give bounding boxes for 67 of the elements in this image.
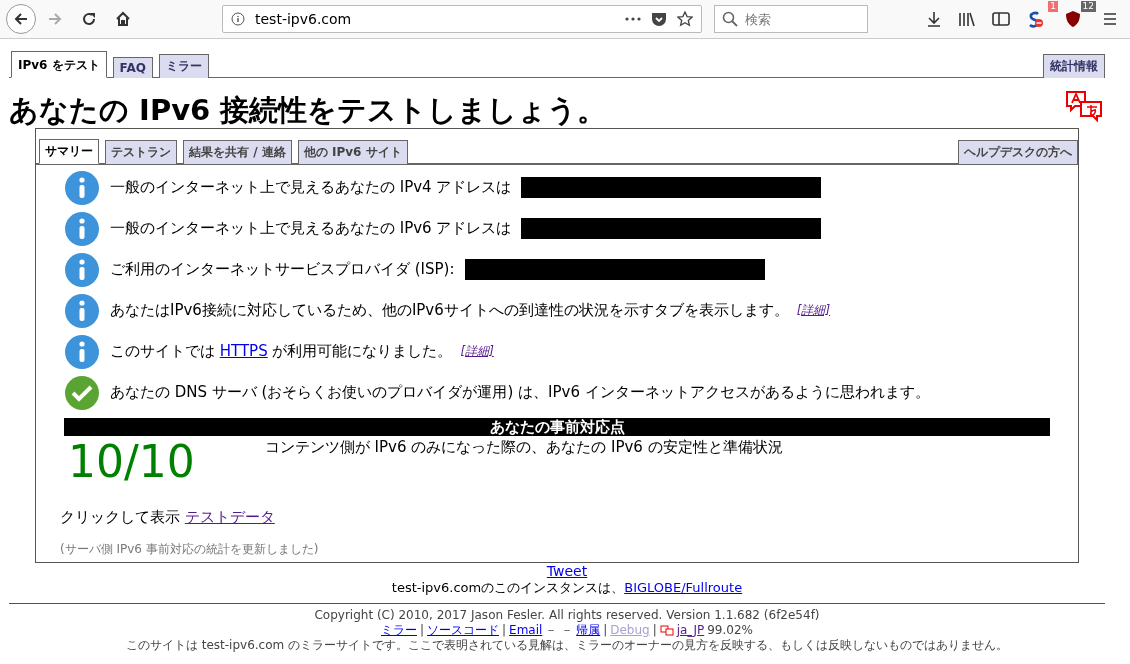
separator: | (502, 623, 507, 638)
check-icon (64, 374, 100, 411)
section-tab[interactable]: サマリー (39, 139, 99, 164)
stats-note: (サーバ側 IPv6 事前対応の統計を更新しました) (60, 541, 320, 558)
reload-icon (81, 11, 97, 27)
info-icon (64, 210, 100, 247)
footer-link[interactable]: ソースコード (427, 623, 500, 638)
show-data-label: クリックして表示 (60, 508, 180, 526)
blocked-s-icon[interactable] (1026, 10, 1044, 28)
translation-percent: 99.02% (707, 623, 753, 638)
shield-icon[interactable] (1064, 10, 1082, 28)
result-text: あなたの DNS サーバ (おそらくお使いのプロバイダが運用) は、IPv6 インターネットアクセスがあるように思われます。 (110, 383, 930, 402)
result-text: ご利用のインターネットサービスプロバイダ (ISP): (110, 260, 455, 279)
pocket-icon[interactable] (651, 11, 667, 27)
page-tab[interactable]: IPv6 をテスト (11, 51, 107, 78)
instance-link[interactable]: BIGLOBE/Fullroute (624, 580, 743, 595)
sidebar-icon[interactable] (992, 11, 1010, 27)
count-badge: 1 (1048, 1, 1058, 12)
footer-link[interactable]: Email (509, 623, 543, 638)
page-tab[interactable]: ミラー (158, 54, 209, 78)
page-tab[interactable]: 統計情報 (1043, 54, 1105, 78)
details-link[interactable]: [詳細] (796, 302, 831, 319)
page-heading: あなたの IPv6 接続性をテストしましょう。 (9, 92, 607, 128)
translate-icon[interactable] (1065, 90, 1105, 124)
menu-icon[interactable] (1102, 12, 1118, 26)
separator: | (652, 623, 657, 638)
details-link[interactable]: [詳細] (460, 343, 494, 360)
translate-icon (659, 625, 674, 636)
separator: | (420, 623, 425, 638)
home-icon (115, 11, 131, 27)
tweet-link[interactable]: Tweet (546, 563, 588, 579)
download-icon[interactable] (926, 11, 942, 27)
page-tab[interactable]: FAQ (112, 57, 153, 78)
separator: | (603, 623, 608, 638)
info-icon (64, 333, 100, 370)
more-icon[interactable] (625, 17, 641, 21)
star-icon[interactable] (677, 11, 693, 27)
library-icon[interactable] (958, 11, 976, 27)
address-bar[interactable]: test-ipv6.com (222, 5, 702, 33)
result-text: 一般のインターネット上で見えるあなたの IPv4 アドレスは (110, 178, 512, 197)
info-icon (64, 292, 100, 329)
language-link[interactable]: ja_JP (676, 623, 705, 638)
search-field[interactable]: 検索 (714, 5, 868, 33)
back-button[interactable] (6, 4, 36, 34)
section-tab[interactable]: 他の IPv6 サイト (297, 140, 408, 164)
info-icon[interactable] (231, 12, 245, 26)
test-data-link[interactable]: テストデータ (184, 508, 275, 526)
copyright-text: Copyright (C) 2010, 2017 Jason Fesler. All rights reserved. Version 1.1.682 (6f2e54f) (313, 608, 821, 623)
footer-link[interactable]: 帰属 (576, 623, 601, 638)
search-icon (722, 11, 738, 27)
mirror-disclaimer: このサイトは test-ipv6.com のミラーサイトです。ここで表明されている見解は、ミラーのオーナーの見方を反映する、もしくは反映しないものではありません。 (124, 638, 1010, 653)
footer-text: － － (545, 623, 574, 638)
https-link[interactable]: HTTPS (219, 342, 268, 360)
section-tab[interactable]: 結果を共有 / 連絡 (183, 140, 292, 164)
count-badge: 12 (1080, 1, 1096, 12)
score-title-bar: あなたの事前対応点 (64, 418, 1050, 436)
score-description: コンテンツ側が IPv6 のみになった際の、あなたの IPv6 の安定性と準備状況 (264, 437, 783, 457)
section-tab[interactable]: テストラン (105, 140, 177, 164)
score-value: 10/10 (68, 436, 195, 488)
result-text: 一般のインターネット上で見えるあなたの IPv6 アドレスは (110, 219, 512, 238)
instance-text: test-ipv6.comのこのインスタンスは、 (391, 580, 625, 595)
info-icon (64, 251, 100, 288)
section-tab[interactable]: ヘルプデスクの方へ (958, 140, 1078, 164)
info-icon (64, 169, 100, 206)
result-text: このサイトでは HTTPS が利用可能になりました。 (110, 342, 453, 361)
footer-link[interactable]: ミラー (381, 623, 417, 638)
result-text: あなたはIPv6接続に対応しているため、他のIPv6サイトへの到達性の状況を示すタブを表示します。 (110, 301, 789, 320)
